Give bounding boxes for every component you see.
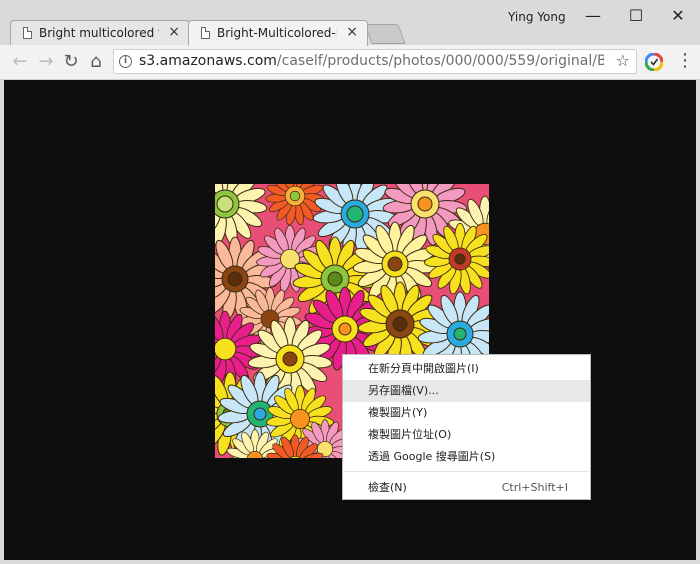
info-icon[interactable]: i	[119, 55, 132, 68]
tab-title: Bright multicolored flor	[39, 26, 159, 40]
menu-item-label: 複製圖片位址(O)	[368, 428, 452, 441]
reload-button[interactable]: ↻	[61, 52, 81, 72]
back-button[interactable]: ←	[10, 52, 30, 72]
tab-title: Bright-Multicolored-Flo	[217, 26, 337, 40]
menu-item-label: 另存圖檔(V)...	[368, 384, 439, 397]
menu-item-copy-image-address[interactable]: 複製圖片位址(O)	[343, 424, 590, 446]
maximize-button[interactable]: ☐	[613, 3, 659, 29]
document-icon	[23, 27, 32, 39]
menu-item-label: 在新分頁中開啟圖片(I)	[368, 362, 479, 375]
close-window-button[interactable]: ✕	[655, 3, 700, 29]
menu-item-shortcut: Ctrl+Shift+I	[501, 481, 568, 494]
forward-button[interactable]: →	[36, 52, 56, 72]
new-tab-button[interactable]	[364, 24, 406, 44]
menu-item-copy-image[interactable]: 複製圖片(Y)	[343, 402, 590, 424]
home-button[interactable]: ⌂	[86, 52, 106, 72]
menu-item-label: 複製圖片(Y)	[368, 406, 428, 419]
browser-window: Bright multicolored flor × Bright-Multic…	[0, 0, 700, 564]
menu-item-search-google-image[interactable]: 透過 Google 搜尋圖片(S)	[343, 446, 590, 468]
address-bar[interactable]: i s3.amazonaws.com/caself/products/photo…	[113, 49, 637, 74]
url-text[interactable]: s3.amazonaws.com/caself/products/photos/…	[139, 53, 604, 69]
context-menu: 在新分頁中開啟圖片(I) 另存圖檔(V)... 複製圖片(Y) 複製圖片位址(O…	[342, 354, 591, 500]
title-bar: Bright multicolored flor × Bright-Multic…	[0, 0, 700, 46]
url-path: /caself/products/photos/000/000/559/orig…	[276, 53, 604, 69]
tab-bright-multicolored[interactable]: Bright multicolored flor ×	[10, 20, 190, 45]
menu-item-label: 透過 Google 搜尋圖片(S)	[368, 450, 496, 463]
bookmark-star-icon[interactable]: ☆	[616, 51, 630, 70]
close-tab-icon[interactable]: ×	[346, 24, 358, 40]
menu-item-save-image-as[interactable]: 另存圖檔(V)...	[343, 380, 590, 402]
menu-item-inspect[interactable]: 檢查(N) Ctrl+Shift+I	[343, 477, 590, 499]
menu-item-open-image-new-tab[interactable]: 在新分頁中開啟圖片(I)	[343, 358, 590, 380]
minimize-button[interactable]: —	[570, 3, 616, 29]
browser-menu-icon[interactable]: ⋮	[676, 51, 694, 71]
menu-item-label: 檢查(N)	[368, 481, 407, 494]
tab-bright-multicolored-flo[interactable]: Bright-Multicolored-Flo ×	[188, 20, 368, 46]
extension-icon[interactable]	[645, 53, 663, 71]
document-icon	[201, 27, 210, 39]
profile-name[interactable]: Ying Yong	[508, 10, 566, 24]
url-host: s3.amazonaws.com	[139, 53, 277, 69]
close-tab-icon[interactable]: ×	[168, 24, 180, 40]
toolbar: ← → ↻ ⌂ i s3.amazonaws.com/caself/produc…	[0, 45, 700, 80]
menu-separator	[344, 471, 589, 472]
